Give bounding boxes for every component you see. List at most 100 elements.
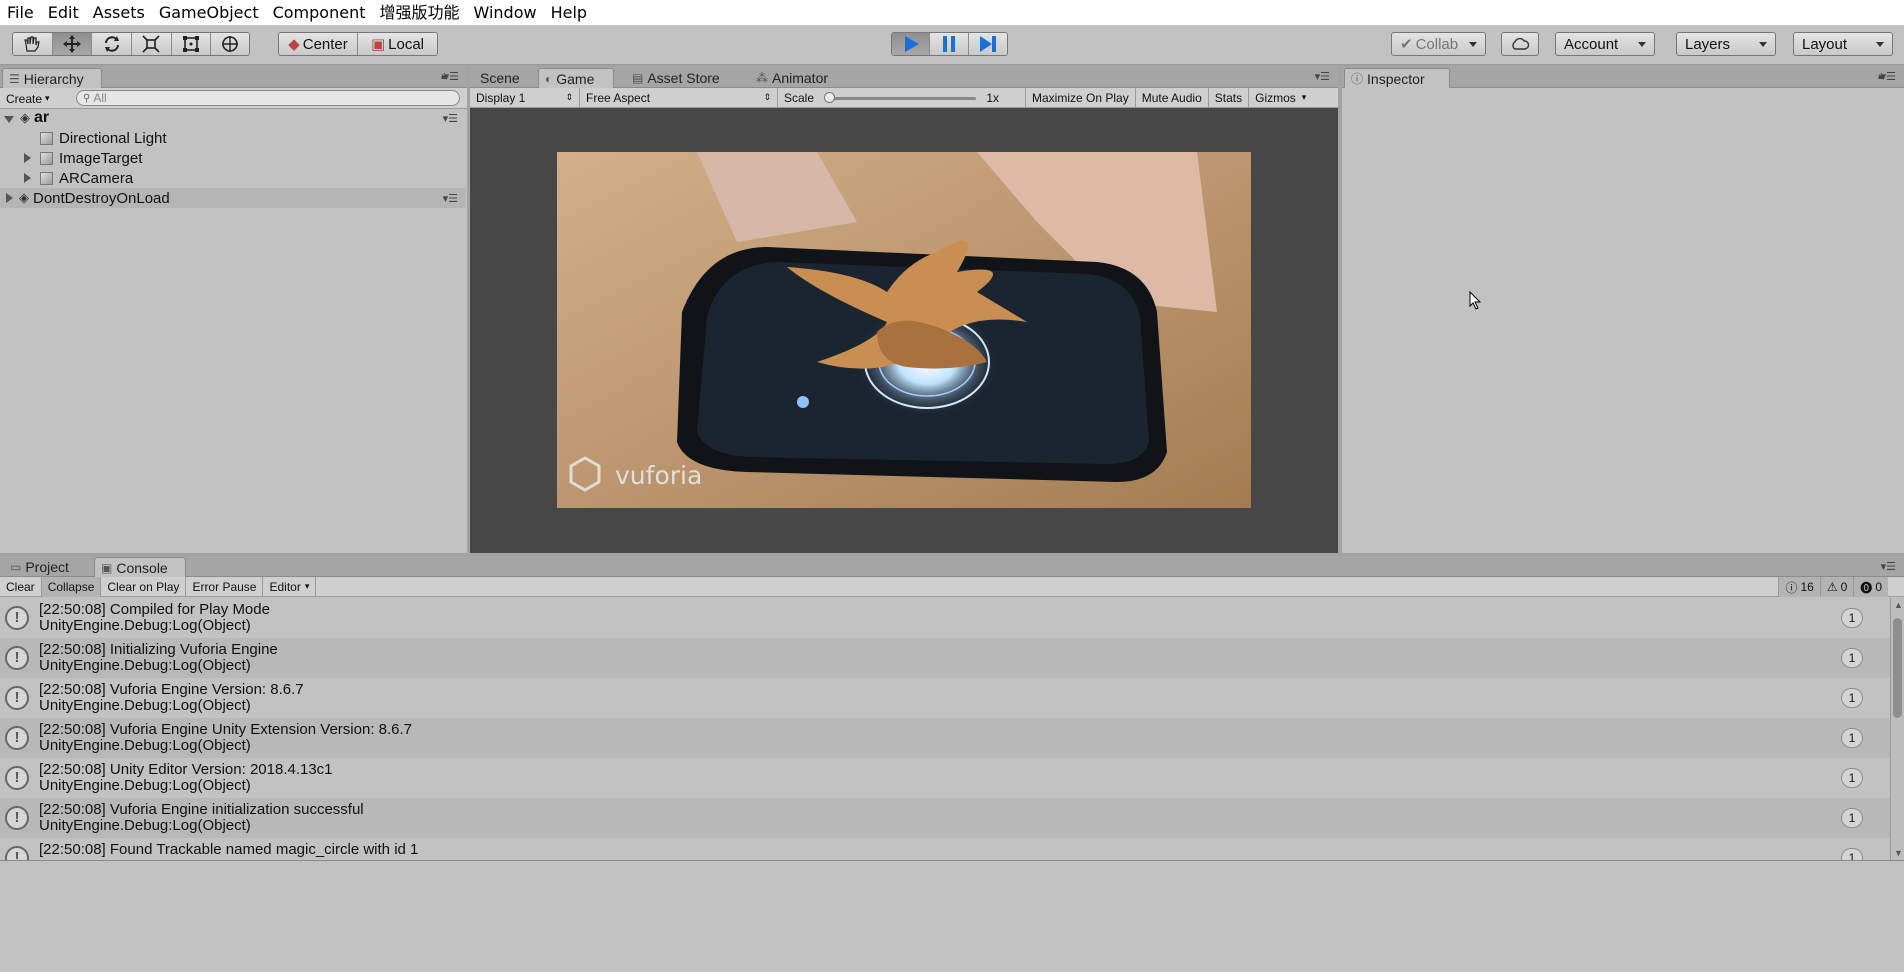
panel-menu-icon[interactable]: ▾☰	[444, 70, 459, 83]
pivot-local-button[interactable]: ▣ Local	[358, 33, 437, 55]
maximize-on-play-toggle[interactable]: Maximize On Play	[1026, 87, 1136, 108]
log-entry[interactable]: ! [22:50:08] Initializing Vuforia Engine…	[0, 638, 1893, 678]
hierarchy-item[interactable]: ImageTarget	[0, 148, 466, 168]
gameobject-icon	[40, 171, 53, 185]
info-log-icon: !	[5, 766, 29, 790]
tab-console[interactable]: ▣ Console	[94, 557, 186, 577]
hierarchy-search[interactable]: ⚲ All	[76, 90, 460, 106]
scale-icon[interactable]	[132, 33, 172, 55]
log-count-badge: 1	[1841, 848, 1863, 860]
scale-thumb[interactable]	[824, 91, 835, 103]
cloud-button[interactable]	[1501, 32, 1539, 56]
editor-dropdown[interactable]: Editor ▾	[263, 576, 317, 597]
panel-menu-icon[interactable]: ▾☰	[1315, 70, 1330, 83]
log-entry[interactable]: ! [22:50:08] Vuforia Engine Unity Extens…	[0, 718, 1893, 758]
expand-arrow-icon[interactable]	[24, 152, 31, 163]
menu-gameobject[interactable]: GameObject	[152, 0, 266, 25]
menu-help[interactable]: Help	[544, 0, 594, 25]
scene-menu-icon[interactable]: ▾☰	[443, 192, 458, 205]
play-button[interactable]	[892, 33, 931, 55]
error-pause-toggle[interactable]: Error Pause	[186, 576, 264, 597]
tab-scene[interactable]: Scene	[474, 68, 536, 88]
warning-icon: ⚠	[1826, 580, 1838, 594]
menu-enhanced[interactable]: 增强版功能	[372, 0, 466, 25]
hand-icon[interactable]	[13, 33, 53, 55]
warning-count: 0	[1840, 580, 1848, 594]
expand-arrow-icon[interactable]	[4, 115, 14, 123]
layers-label: Layers	[1685, 35, 1731, 53]
log-entry[interactable]: ! [22:50:08] Unity Editor Version: 2018.…	[0, 758, 1893, 798]
error-count: 0	[1875, 580, 1882, 594]
gameobject-icon	[40, 131, 53, 145]
scroll-down-icon[interactable]: ▼	[1894, 848, 1903, 858]
menu-file[interactable]: File	[0, 0, 41, 25]
log-entry[interactable]: ! [22:50:08] Vuforia Engine initializati…	[0, 798, 1893, 838]
expand-arrow-icon[interactable]	[6, 192, 13, 203]
chevron-down-icon	[1876, 42, 1884, 47]
tab-hierarchy[interactable]: ☰ Hierarchy	[2, 68, 102, 88]
tab-animator-label: Animator	[772, 70, 829, 86]
tab-project[interactable]: ▭ Project	[4, 557, 92, 577]
console-panel: ▭ Project ▣ Console ▾☰ Clear Collapse Clea…	[0, 556, 1904, 972]
menu-window[interactable]: Window	[467, 0, 544, 25]
error-pause-label: Error Pause	[192, 579, 257, 594]
rotate-icon[interactable]	[92, 33, 133, 55]
menu-component[interactable]: Component	[266, 0, 373, 25]
rect-icon[interactable]	[171, 33, 212, 55]
scene-menu-icon[interactable]: ▾☰	[443, 112, 458, 125]
collapse-toggle[interactable]: Collapse	[41, 576, 102, 597]
mute-audio-toggle[interactable]: Mute Audio	[1136, 87, 1209, 108]
console-scrollbar[interactable]: ▲ ▼	[1890, 598, 1904, 860]
account-dropdown[interactable]: Account	[1555, 32, 1655, 56]
tab-project-label: Project	[25, 559, 69, 575]
panel-menu-icon[interactable]: ▾☰	[1881, 560, 1896, 573]
scale-track[interactable]	[826, 96, 976, 100]
error-filter-toggle[interactable]: ⓿0	[1854, 577, 1888, 597]
tab-game[interactable]: ◐ Game	[538, 68, 614, 88]
tab-inspector[interactable]: ⓘ Inspector	[1344, 68, 1450, 88]
pivot-center-button[interactable]: ◆ Center	[279, 33, 358, 55]
cloud-icon	[1512, 37, 1530, 50]
chevron-down-icon	[1469, 42, 1477, 47]
clear-on-play-toggle[interactable]: Clear on Play	[101, 576, 187, 597]
hierarchy-item[interactable]: ARCamera	[0, 168, 466, 188]
dontdestroy-row[interactable]: ◈ DontDestroyOnLoad ▾☰	[0, 188, 466, 208]
aspect-dropdown[interactable]: Free Aspect ⇕	[580, 87, 778, 108]
scroll-up-icon[interactable]: ▲	[1894, 600, 1903, 610]
panel-menu-icon[interactable]: ▾☰	[1881, 70, 1896, 83]
layout-dropdown[interactable]: Layout	[1793, 32, 1893, 56]
console-divider	[0, 860, 1904, 861]
game-viewport[interactable]: vuforia	[557, 152, 1251, 508]
scene-row[interactable]: ◈ ar ▾☰	[0, 108, 466, 128]
scale-slider[interactable]: Scale 1x	[778, 87, 1026, 108]
layers-dropdown[interactable]: Layers	[1676, 32, 1776, 56]
unity-scene-icon: ◈	[20, 110, 30, 125]
log-stack: UnityEngine.Debug:Log(Object)	[39, 697, 251, 714]
display-dropdown[interactable]: Display 1 ⇕	[470, 87, 580, 108]
game-render-image: vuforia	[557, 152, 1251, 508]
menu-edit[interactable]: Edit	[41, 0, 86, 25]
log-entry[interactable]: ! [22:50:08] Vuforia Engine Version: 8.6…	[0, 678, 1893, 718]
move-icon[interactable]	[52, 33, 93, 55]
info-filter-toggle[interactable]: ⓘ 16	[1778, 577, 1821, 597]
warning-filter-toggle[interactable]: ⚠ 0	[1820, 577, 1855, 597]
create-dropdown[interactable]: Create ▾	[6, 90, 50, 107]
gameobject-icon	[40, 151, 53, 165]
collab-dropdown[interactable]: ✔ Collab	[1391, 32, 1486, 56]
step-button[interactable]	[968, 33, 1007, 55]
expand-arrow-icon[interactable]	[24, 172, 31, 183]
gizmos-dropdown[interactable]: Gizmos ▾	[1249, 88, 1312, 108]
tab-animator[interactable]: ⁂ Animator	[750, 68, 846, 88]
stats-toggle[interactable]: Stats	[1209, 87, 1250, 108]
inspector-tabstrip: ⓘ Inspector 🔒︎ ▾☰	[1342, 66, 1904, 88]
info-log-icon: !	[5, 846, 29, 860]
clear-button[interactable]: Clear	[0, 576, 42, 597]
tab-asset-store[interactable]: ▤ Asset Store	[626, 68, 736, 88]
transform-icon[interactable]	[211, 33, 249, 55]
pause-button[interactable]	[930, 33, 969, 55]
hierarchy-item[interactable]: Directional Light	[0, 128, 466, 148]
log-entry[interactable]: ! [22:50:08] Found Trackable named magic…	[0, 838, 1893, 860]
log-entry[interactable]: ! [22:50:08] Compiled for Play Mode Unity…	[0, 598, 1893, 638]
scrollbar-thumb[interactable]	[1893, 618, 1902, 718]
menu-assets[interactable]: Assets	[86, 0, 152, 25]
